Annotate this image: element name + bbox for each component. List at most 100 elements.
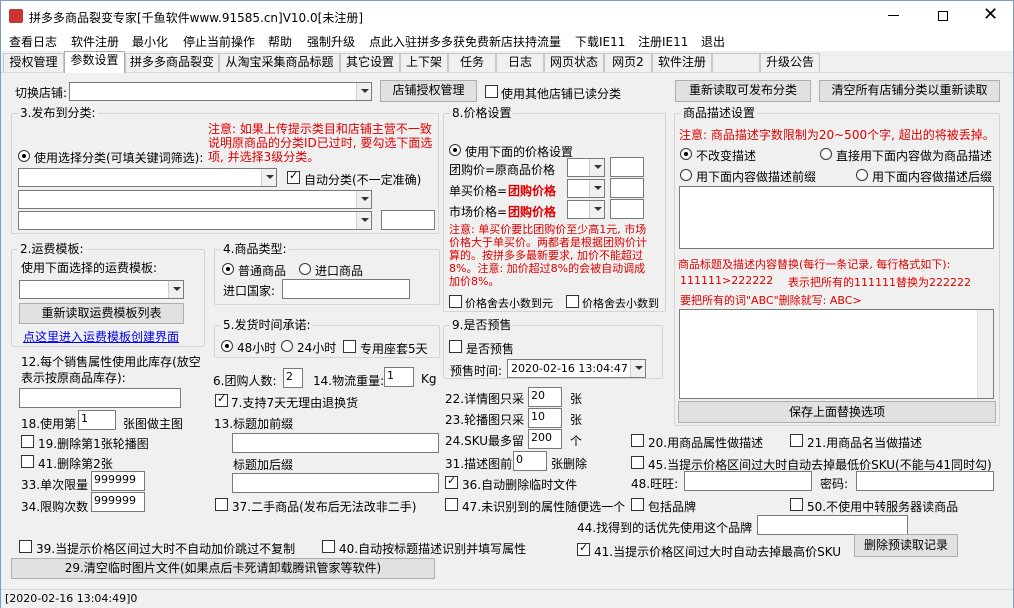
round-decimal-checkbox[interactable] xyxy=(566,295,579,308)
close-icon[interactable]: ✕ xyxy=(983,4,998,25)
use-price-radio[interactable] xyxy=(449,144,461,156)
category-select-2[interactable] xyxy=(18,190,372,209)
opt36-checkbox[interactable] xyxy=(445,474,458,489)
opt45-checkbox[interactable] xyxy=(631,456,644,469)
category-select-3[interactable] xyxy=(18,211,372,230)
opt44-brand-input[interactable] xyxy=(757,515,908,535)
menu-exit[interactable]: 退出 xyxy=(701,33,725,50)
opt37-checkbox[interactable] xyxy=(215,498,228,511)
tab-software-reg[interactable]: 软件注册 xyxy=(652,53,712,72)
minimize-icon[interactable] xyxy=(888,15,899,16)
opt13-suffix-input[interactable] xyxy=(232,473,439,493)
password-input[interactable] xyxy=(856,471,994,491)
opt21-checkbox[interactable] xyxy=(790,434,803,447)
tab-auth[interactable]: 授权管理 xyxy=(3,53,64,72)
group-price-op[interactable] xyxy=(567,158,605,177)
auto-category-checkbox[interactable] xyxy=(287,169,300,184)
market-price-op[interactable] xyxy=(567,200,605,219)
opt31-input[interactable]: 0 xyxy=(513,451,547,471)
freight-select[interactable] xyxy=(19,280,184,299)
desc-direct-radio[interactable] xyxy=(820,148,832,160)
maximize-icon[interactable] xyxy=(938,11,948,21)
opt7-checkbox[interactable] xyxy=(215,392,228,407)
menu-join[interactable]: 点此入驻拼多多获免费新店扶持流量 xyxy=(369,33,561,50)
opt40-checkbox[interactable] xyxy=(322,540,335,553)
tab-taobao-collect[interactable]: 从淘宝采集商品标题 xyxy=(219,53,340,72)
market-price-value[interactable] xyxy=(610,199,644,219)
menu-register-ie[interactable]: 注册IE11 xyxy=(638,33,688,50)
opt19-checkbox[interactable] xyxy=(21,435,34,448)
round-yuan-checkbox[interactable] xyxy=(449,295,462,308)
category-id-input[interactable] xyxy=(381,210,435,230)
freight-create-link[interactable]: 点这里进入运费模板创建界面 xyxy=(23,328,179,345)
tab-announcement[interactable]: 升级公告 xyxy=(760,53,820,72)
special-seat-checkbox[interactable] xyxy=(343,340,356,353)
desc-prefix-radio[interactable] xyxy=(680,169,692,181)
desc-textarea[interactable] xyxy=(679,186,994,249)
group-price-value[interactable] xyxy=(610,157,644,177)
status-bar: [2020-02-16 13:04:49]0 xyxy=(1,589,1013,608)
desc-suffix-radio[interactable] xyxy=(856,169,868,181)
shop-auth-button[interactable]: 店铺授权管理 xyxy=(380,80,477,102)
tab-web-status[interactable]: 网页状态 xyxy=(544,53,604,72)
ship-48h-radio[interactable] xyxy=(221,340,233,352)
tab-shelf[interactable]: 上下架 xyxy=(400,53,448,72)
chevron-down-icon xyxy=(356,191,371,208)
opt34-input[interactable]: 999999 xyxy=(91,492,145,512)
tab-log[interactable]: 日志 xyxy=(496,53,544,72)
clear-category-button[interactable]: 清空所有店铺分类以重新读取 xyxy=(819,80,1000,102)
opt47-checkbox[interactable] xyxy=(445,498,458,511)
clear-temp-images-button[interactable]: 29.清空临时图片文件(如果点后卡死请卸载腾讯管家等软件) xyxy=(11,558,435,579)
opt22-input[interactable]: 20 xyxy=(528,387,562,407)
menu-log[interactable]: 查看日志 xyxy=(9,33,57,50)
replace-scrollbar[interactable] xyxy=(977,310,993,398)
tab-other[interactable]: 其它设置 xyxy=(340,53,400,72)
brand-label: 包括品牌 xyxy=(648,500,697,514)
category-select-1[interactable] xyxy=(18,168,277,187)
save-replace-button[interactable]: 保存上面替换选项 xyxy=(678,401,996,423)
menu-register[interactable]: 软件注册 xyxy=(71,33,119,50)
shop-select[interactable] xyxy=(69,82,372,101)
opt36-label: 36.自动删除临时文件 xyxy=(462,478,578,492)
import-goods-radio[interactable] xyxy=(299,263,311,275)
desc-keep-radio[interactable] xyxy=(680,148,692,160)
tab-pdd-split[interactable]: 拼多多商品裂变 xyxy=(125,53,219,72)
delete-presale-button[interactable]: 删除预读取记录 xyxy=(854,534,958,557)
import-country-input[interactable] xyxy=(282,279,410,299)
menu-upgrade[interactable]: 强制升级 xyxy=(307,33,355,50)
use-category-radio[interactable] xyxy=(18,150,30,162)
opt13-prefix-input[interactable] xyxy=(232,433,439,453)
brand-checkbox[interactable] xyxy=(631,498,644,511)
single-price-op[interactable] xyxy=(567,179,605,198)
opt14-input[interactable]: 1 xyxy=(384,367,414,387)
opt12-input[interactable] xyxy=(19,388,181,408)
ship-24h-radio[interactable] xyxy=(281,340,293,352)
menu-minimize[interactable]: 最小化 xyxy=(132,33,168,50)
menu-stop[interactable]: 停止当前操作 xyxy=(183,33,255,50)
use-other-shop-checkbox[interactable] xyxy=(485,85,498,98)
replace-textarea[interactable] xyxy=(679,309,994,399)
reload-category-button[interactable]: 重新读取可发布分类 xyxy=(675,80,811,102)
single-price-value[interactable] xyxy=(610,178,644,198)
opt33-input[interactable]: 999999 xyxy=(91,471,145,491)
opt6-input[interactable]: 2 xyxy=(283,368,303,388)
menu-download-ie[interactable]: 下载IE11 xyxy=(575,33,625,50)
tab-blank[interactable] xyxy=(712,53,760,72)
opt41b-checkbox[interactable] xyxy=(577,541,590,556)
presale-time-picker[interactable]: 2020-02-16 13:04:47 xyxy=(507,359,646,378)
presale-checkbox[interactable] xyxy=(449,340,462,353)
wangwang-input[interactable] xyxy=(684,471,812,491)
opt41-checkbox[interactable] xyxy=(21,455,34,468)
menu-help[interactable]: 帮助 xyxy=(268,33,292,50)
opt50-checkbox[interactable] xyxy=(790,498,803,511)
tab-params[interactable]: 参数设置 xyxy=(64,51,125,73)
opt18-input[interactable]: 1 xyxy=(78,410,116,430)
tab-web2[interactable]: 网页2 xyxy=(604,53,652,72)
tab-task[interactable]: 任务 xyxy=(448,53,496,72)
reload-freight-button[interactable]: 重新读取运费模板列表 xyxy=(19,303,184,324)
normal-goods-radio[interactable] xyxy=(222,263,234,275)
opt23-input[interactable]: 10 xyxy=(528,408,562,428)
opt24-input[interactable]: 200 xyxy=(528,429,562,449)
opt20-checkbox[interactable] xyxy=(631,434,644,447)
opt39-checkbox[interactable] xyxy=(19,540,32,553)
